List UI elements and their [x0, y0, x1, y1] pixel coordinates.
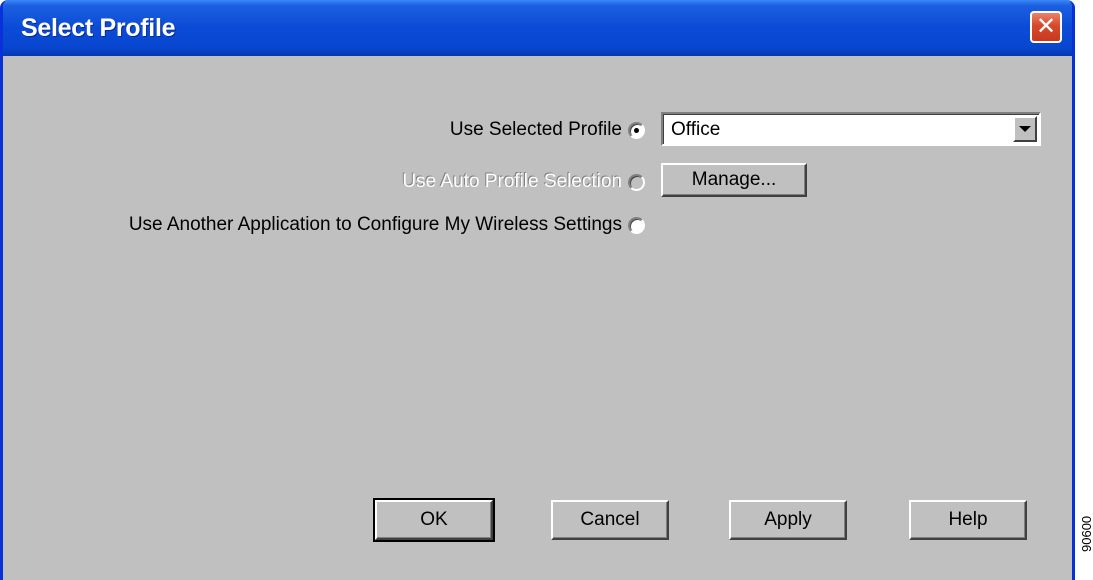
use-another-application-radio[interactable]	[628, 217, 645, 234]
profile-select-value: Office	[671, 119, 721, 140]
window-title: Select Profile	[21, 14, 176, 42]
use-selected-profile-label: Use Selected Profile	[449, 119, 622, 140]
use-auto-profile-selection-label: Use Auto Profile Selection	[402, 171, 622, 192]
ok-button[interactable]: OK	[373, 498, 495, 542]
close-button[interactable]: ✕	[1030, 11, 1062, 43]
help-button[interactable]: Help	[909, 500, 1027, 540]
use-selected-profile-radio[interactable]	[628, 122, 645, 139]
profile-select[interactable]: Office	[661, 112, 1041, 146]
use-another-application-label: Use Another Application to Configure My …	[128, 214, 622, 235]
chevron-down-icon	[1019, 126, 1031, 132]
radio-selected-dot	[634, 128, 639, 133]
use-auto-profile-selection-radio[interactable]	[628, 174, 645, 191]
title-bar[interactable]: Select Profile ✕	[3, 0, 1072, 56]
close-icon: ✕	[1035, 12, 1057, 40]
manage-button[interactable]: Manage...	[661, 163, 807, 197]
select-profile-dialog: Select Profile ✕ Use Selected Profile Us…	[0, 0, 1075, 580]
apply-button[interactable]: Apply	[729, 500, 847, 540]
figure-number: 90600	[1079, 515, 1093, 552]
cancel-button[interactable]: Cancel	[551, 500, 669, 540]
profile-select-dropdown-button[interactable]	[1013, 116, 1037, 142]
